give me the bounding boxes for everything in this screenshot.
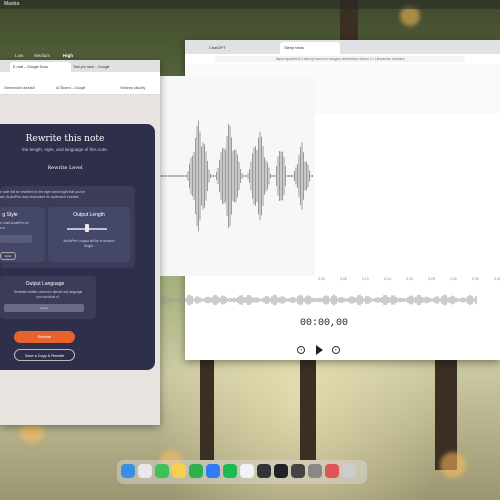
style-card-text-1: n, want AudioPen to [0,221,29,225]
trash-icon[interactable] [342,464,356,478]
info-text-2: ain, AudioPen may restructure its conten… [0,195,80,199]
x-tick-label: 0,20 [406,277,413,281]
x-tick-label: 0,25 [428,277,435,281]
bookmark-item[interactable]: Generování obrázků [4,86,35,90]
wallpaper-tree [300,360,316,460]
menu-bar: Mastra [0,0,500,9]
bookmark-item[interactable]: AI Škoení – Google [56,86,85,90]
tab-sleep-tests[interactable]: Sleep tests [280,42,340,54]
level-heading: Rewrite Level [47,165,83,171]
language-card-title: Output Language [25,281,65,287]
style-button[interactable]: style [0,252,16,260]
length-slider-thumb[interactable] [85,224,89,232]
language-card-text-2: you can think of. [36,295,60,299]
x-tick-label: 0,05 [340,277,347,281]
wallpaper-tree [200,360,214,460]
system-icon[interactable] [291,464,305,478]
tab-chatgpt[interactable]: ChatGPT [205,42,265,54]
address-bar[interactable] [0,72,160,84]
finalcut-icon[interactable] [257,464,271,478]
save-copy-rewrite-button[interactable]: Save a Copy & Rewrite [14,349,75,361]
x-tick-label: 0,30 [450,277,457,281]
modal-title: Rewrite this note [25,134,105,144]
bookmark-item[interactable]: Všechny záložky [120,86,145,90]
level-low[interactable]: Low [15,53,23,58]
url-field[interactable]: https://quizlett.lt/ Laisvoji norma iš s… [215,56,465,62]
language-select[interactable]: Same [4,304,84,312]
tab-google-docs[interactable]: E-mail – Google Docs [10,62,71,72]
length-card-text-2: length. [84,244,94,248]
preferences-icon[interactable] [308,464,322,478]
bookmarks-bar: Generování obrázků AI Škoení – Google Vš… [0,84,160,95]
style-card-title: g Style [2,212,18,218]
timecode: 00:00,00 [300,318,349,329]
x-tick-label: 0,35 [472,277,479,281]
mail-icon[interactable] [240,464,254,478]
play-icon[interactable] [316,345,323,355]
wallpaper-bokeh [440,452,466,478]
length-card-text-1: AudioPen's output will be of medium [63,239,115,243]
tab-test[interactable]: Test pro rané – Google [70,62,131,72]
photos-icon[interactable] [325,464,339,478]
length-card-title: Output Length [73,212,105,218]
skip-back-icon[interactable]: ↺ [297,346,305,354]
waveform-chart [136,120,313,232]
app-name: Mastra [4,1,20,7]
tab-strip: ChatGPT Sleep tests [185,40,500,54]
spotify-icon[interactable] [223,464,237,478]
x-tick-label: 0,40 [494,277,500,281]
tab-strip: E-mail – Google Docs Test pro rané – Goo… [0,60,160,72]
x-tick-label: 0,10 [362,277,369,281]
skip-forward-icon[interactable]: ↻ [332,346,340,354]
wallpaper-bokeh [400,6,420,26]
x-tick-label: 0,00 [318,277,325,281]
level-medium[interactable]: Medium [34,53,50,58]
x-tick-label: 0,15 [384,277,391,281]
modal-subtitle: the length, style, and language of this … [22,147,108,152]
chrome-icon[interactable] [138,464,152,478]
messages-icon[interactable] [155,464,169,478]
style-card-text-2: e in [0,226,6,230]
whatsapp-icon[interactable] [189,464,203,478]
level-high[interactable]: High [63,53,73,58]
terminal-icon[interactable] [274,464,288,478]
messenger-icon[interactable] [206,464,220,478]
language-card-text-1: Generate written content in almost any l… [13,290,83,294]
style-input[interactable] [0,235,32,243]
notes-icon[interactable] [172,464,186,478]
finder-icon[interactable] [121,464,135,478]
overview-waveform[interactable] [160,292,480,308]
rewrite-button[interactable]: Rewrite [14,331,75,343]
